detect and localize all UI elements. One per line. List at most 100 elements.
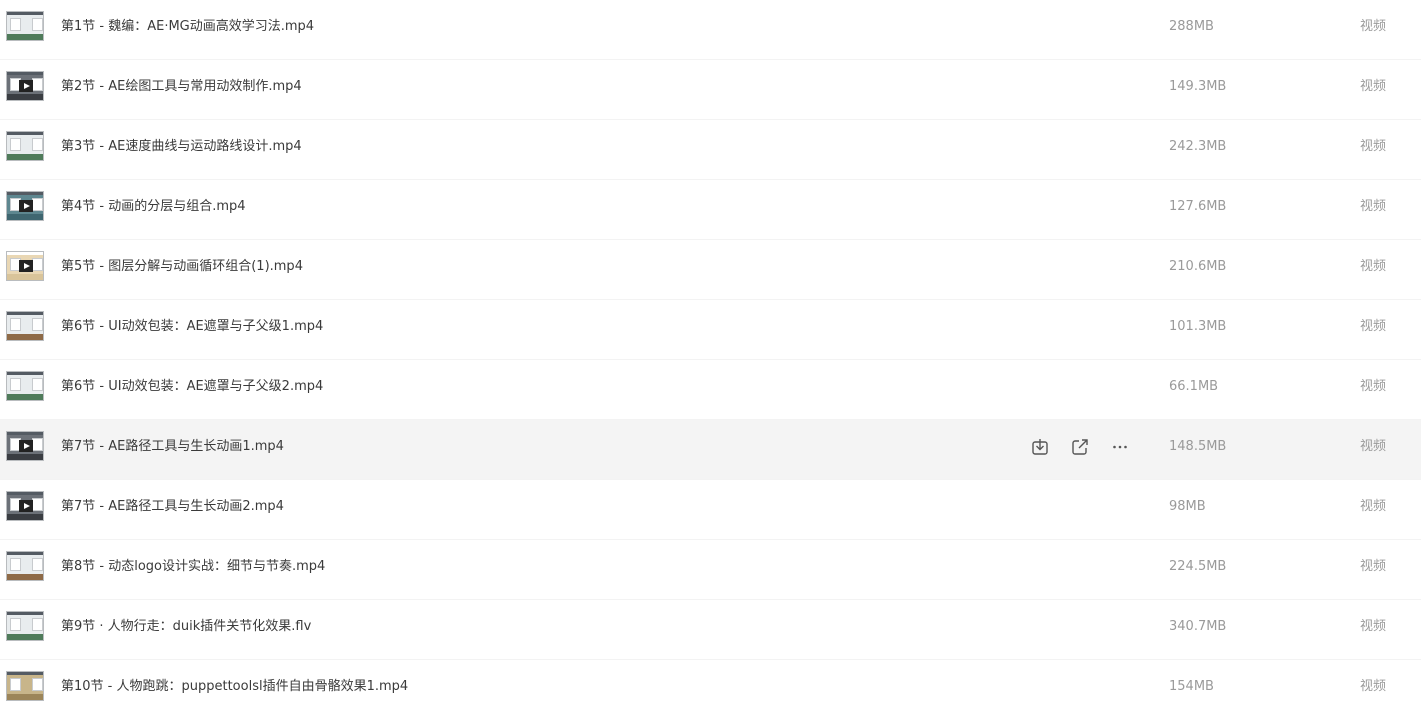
file-row[interactable]: 第6节 - UI动效包装：AE遮罩与子父级1.mp4 101.3MB 视频 (0, 300, 1421, 360)
thumbnail-toolbar (7, 432, 43, 435)
thumbnail-scene (7, 574, 43, 580)
video-thumbnail[interactable] (6, 671, 44, 701)
thumbnail-scene (7, 454, 43, 460)
thumbnail-panel (32, 498, 43, 511)
file-type: 视频 (1360, 79, 1387, 94)
file-name[interactable]: 第7节 - AE路径工具与生长动画2.mp4 (61, 497, 284, 517)
thumbnail-toolbar (7, 72, 43, 75)
thumbnail-scene (7, 214, 43, 220)
video-thumbnail[interactable] (6, 131, 44, 161)
thumbnail-toolbar (7, 12, 43, 15)
file-name[interactable]: 第3节 - AE速度曲线与运动路线设计.mp4 (61, 137, 302, 157)
row-actions (1030, 437, 1140, 457)
file-size: 154MB (1169, 679, 1214, 694)
thumbnail-toolbar (7, 132, 43, 135)
file-row[interactable]: 第1节 - 魏编：AE·MG动画高效学习法.mp4 288MB 视频 (0, 0, 1421, 60)
thumbnail-toolbar (7, 312, 43, 315)
thumbnail-panel (10, 138, 21, 151)
file-row[interactable]: 第3节 - AE速度曲线与运动路线设计.mp4 242.3MB 视频 (0, 120, 1421, 180)
file-row[interactable]: 第10节 - 人物跑跳：puppettoolsl插件自由骨骼效果1.mp4 15… (0, 660, 1421, 712)
file-name[interactable]: 第1节 - 魏编：AE·MG动画高效学习法.mp4 (61, 17, 314, 37)
file-size: 340.7MB (1169, 619, 1227, 634)
file-type: 视频 (1360, 559, 1387, 574)
thumbnail-toolbar (7, 252, 43, 255)
thumbnail-panel (32, 198, 43, 211)
thumbnail-panel (32, 618, 43, 631)
file-name[interactable]: 第8节 - 动态logo设计实战：细节与节奏.mp4 (61, 557, 325, 577)
thumbnail-panel (32, 138, 43, 151)
download-icon[interactable] (1030, 437, 1050, 457)
video-thumbnail[interactable] (6, 551, 44, 581)
share-icon[interactable] (1070, 437, 1090, 457)
file-name[interactable]: 第2节 - AE绘图工具与常用动效制作.mp4 (61, 77, 302, 97)
video-thumbnail[interactable] (6, 11, 44, 41)
file-size: 210.6MB (1169, 259, 1227, 274)
file-name[interactable]: 第9节 · 人物行走：duik插件关节化效果.flv (61, 617, 311, 637)
file-name[interactable]: 第4节 - 动画的分层与组合.mp4 (61, 197, 246, 217)
file-size: 288MB (1169, 19, 1214, 34)
thumbnail-toolbar (7, 552, 43, 555)
thumbnail-panel (32, 678, 43, 691)
file-size: 98MB (1169, 499, 1206, 514)
thumbnail-panel (32, 258, 43, 271)
file-name[interactable]: 第6节 - UI动效包装：AE遮罩与子父级1.mp4 (61, 317, 323, 337)
video-thumbnail[interactable] (6, 611, 44, 641)
file-type: 视频 (1360, 259, 1387, 274)
thumbnail-panel (10, 678, 21, 691)
video-thumbnail[interactable] (6, 491, 44, 521)
play-icon (19, 440, 33, 452)
file-size: 127.6MB (1169, 199, 1227, 214)
file-name[interactable]: 第10节 - 人物跑跳：puppettoolsl插件自由骨骼效果1.mp4 (61, 677, 408, 697)
thumbnail-panel (10, 558, 21, 571)
play-icon (19, 200, 33, 212)
file-type: 视频 (1360, 619, 1387, 634)
file-row[interactable]: 第2节 - AE绘图工具与常用动效制作.mp4 149.3MB 视频 (0, 60, 1421, 120)
file-row[interactable]: 第7节 - AE路径工具与生长动画2.mp4 98MB 视频 (0, 480, 1421, 540)
thumbnail-panel (10, 18, 21, 31)
file-size: 101.3MB (1169, 319, 1227, 334)
thumbnail-toolbar (7, 492, 43, 495)
file-type: 视频 (1360, 319, 1387, 334)
file-type: 视频 (1360, 19, 1387, 34)
play-icon (19, 260, 33, 272)
play-icon (19, 500, 33, 512)
thumbnail-toolbar (7, 612, 43, 615)
thumbnail-panel (10, 378, 21, 391)
file-row[interactable]: 第9节 · 人物行走：duik插件关节化效果.flv 340.7MB 视频 (0, 600, 1421, 660)
video-thumbnail[interactable] (6, 191, 44, 221)
video-thumbnail[interactable] (6, 431, 44, 461)
file-row[interactable]: 第4节 - 动画的分层与组合.mp4 127.6MB 视频 (0, 180, 1421, 240)
file-size: 242.3MB (1169, 139, 1227, 154)
file-list: 第1节 - 魏编：AE·MG动画高效学习法.mp4 288MB 视频 第2节 -… (0, 0, 1421, 712)
file-row[interactable]: 第8节 - 动态logo设计实战：细节与节奏.mp4 224.5MB 视频 (0, 540, 1421, 600)
thumbnail-panel (32, 378, 43, 391)
more-icon[interactable] (1110, 437, 1130, 457)
thumbnail-scene (7, 94, 43, 100)
thumbnail-panel (10, 318, 21, 331)
file-row[interactable]: 第5节 - 图层分解与动画循环组合(1).mp4 210.6MB 视频 (0, 240, 1421, 300)
play-icon (19, 80, 33, 92)
thumbnail-scene (7, 34, 43, 40)
thumbnail-scene (7, 634, 43, 640)
thumbnail-toolbar (7, 372, 43, 375)
file-name[interactable]: 第6节 - UI动效包装：AE遮罩与子父级2.mp4 (61, 377, 323, 397)
file-size: 224.5MB (1169, 559, 1227, 574)
file-type: 视频 (1360, 439, 1387, 454)
thumbnail-panel (32, 78, 43, 91)
file-row[interactable]: 第6节 - UI动效包装：AE遮罩与子父级2.mp4 66.1MB 视频 (0, 360, 1421, 420)
thumbnail-scene (7, 394, 43, 400)
video-thumbnail[interactable] (6, 371, 44, 401)
file-type: 视频 (1360, 139, 1387, 154)
file-name[interactable]: 第5节 - 图层分解与动画循环组合(1).mp4 (61, 257, 303, 277)
thumbnail-panel (32, 18, 43, 31)
video-thumbnail[interactable] (6, 251, 44, 281)
thumbnail-scene (7, 154, 43, 160)
file-row[interactable]: 第7节 - AE路径工具与生长动画1.mp4 148.5MB 视频 (0, 420, 1421, 480)
thumbnail-scene (7, 694, 43, 700)
thumbnail-scene (7, 334, 43, 340)
video-thumbnail[interactable] (6, 311, 44, 341)
thumbnail-scene (7, 274, 43, 280)
video-thumbnail[interactable] (6, 71, 44, 101)
file-type: 视频 (1360, 199, 1387, 214)
file-name[interactable]: 第7节 - AE路径工具与生长动画1.mp4 (61, 437, 284, 457)
